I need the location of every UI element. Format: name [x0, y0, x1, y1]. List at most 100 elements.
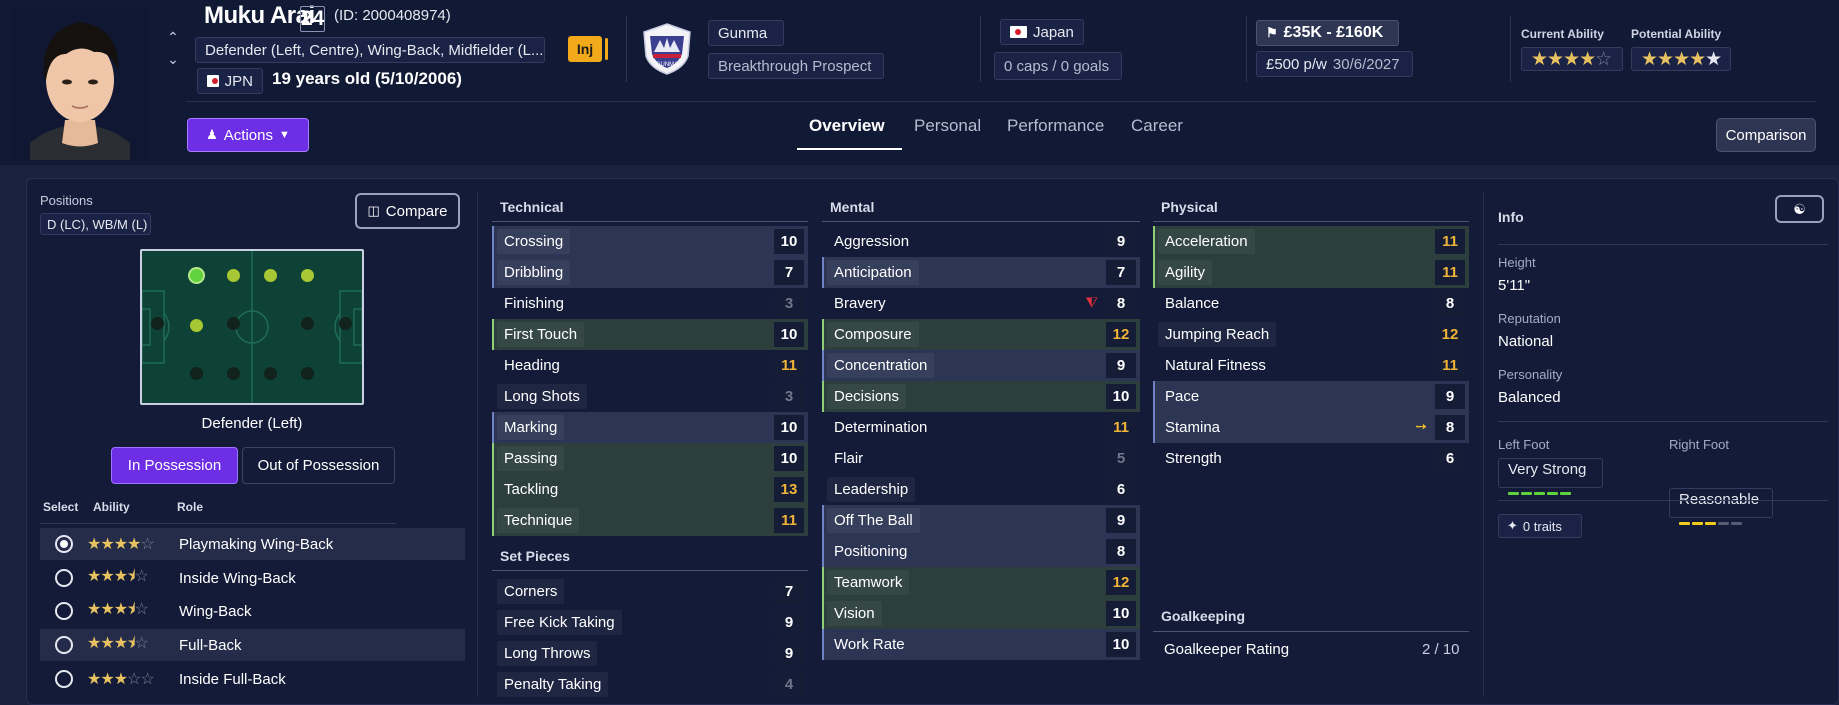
right-foot-meter	[1679, 512, 1744, 529]
attribute-row[interactable]: Corners 7	[492, 576, 808, 607]
attribute-row[interactable]: Leadership 6	[822, 474, 1140, 505]
current-ability-label: Current Ability	[1521, 27, 1604, 41]
info-divider	[1498, 500, 1828, 501]
in-possession-button[interactable]: In Possession	[111, 447, 238, 484]
attribute-row[interactable]: Heading 11	[492, 350, 808, 381]
attribute-value: 12	[1435, 322, 1465, 347]
role-row[interactable]: ★★★☆☆ Inside Full-Back	[40, 663, 465, 695]
position-dot-aml[interactable]	[301, 269, 314, 282]
club-name-box[interactable]: Gunma	[708, 20, 784, 46]
role-radio[interactable]	[55, 602, 73, 620]
player-header: ⌃ ⌄ Muku Arai 24 (ID: 2000408974) Defend…	[0, 0, 1839, 165]
position-dot-st[interactable]	[339, 317, 352, 330]
attribute-name: Technique	[497, 508, 580, 533]
role-name: Inside Full-Back	[179, 670, 286, 688]
attribute-row[interactable]: Technique 11	[492, 505, 808, 536]
role-row[interactable]: ★★★⯨☆ Inside Wing-Back	[40, 562, 465, 594]
attribute-name: Penalty Taking	[497, 672, 609, 697]
role-radio[interactable]	[55, 670, 73, 688]
role-row[interactable]: ★★★★☆ Playmaking Wing-Back	[40, 528, 465, 560]
attribute-row[interactable]: Stamina ➙ 8	[1153, 412, 1469, 443]
attribute-row[interactable]: Long Throws 9	[492, 638, 808, 669]
attribute-row[interactable]: Work Rate 10	[822, 629, 1140, 660]
attribute-row[interactable]: Aggression 9	[822, 226, 1140, 257]
attribute-name: Strength	[1165, 450, 1222, 467]
attribute-row[interactable]: Passing 10	[492, 443, 808, 474]
compare-button[interactable]: ◫ Compare	[355, 193, 460, 229]
position-dot-wbl[interactable]	[227, 269, 240, 282]
position-dot-mr[interactable]	[264, 367, 277, 380]
attribute-value: 6	[1106, 477, 1136, 502]
attribute-row[interactable]: Agility 11	[1153, 257, 1469, 288]
attribute-row[interactable]: Anticipation 7	[822, 257, 1140, 288]
comparison-button[interactable]: Comparison	[1716, 118, 1816, 152]
tab-overview[interactable]: Overview	[809, 116, 885, 136]
role-row[interactable]: ★★★⯨☆ Full-Back	[40, 629, 465, 661]
next-player-chevron-down-icon[interactable]: ⌄	[164, 50, 182, 68]
position-pitch[interactable]	[140, 249, 364, 405]
attribute-row[interactable]: Teamwork 12	[822, 567, 1140, 598]
attribute-row[interactable]: Pace 9	[1153, 381, 1469, 412]
attribute-row[interactable]: Off The Ball 9	[822, 505, 1140, 536]
out-of-possession-button[interactable]: Out of Possession	[242, 447, 395, 484]
attribute-name: Crossing	[497, 229, 571, 254]
attribute-row[interactable]: Strength 6	[1153, 443, 1469, 474]
attribute-row[interactable]: Positioning 8	[822, 536, 1140, 567]
role-radio[interactable]	[55, 569, 73, 587]
attribute-row[interactable]: Acceleration 11	[1153, 226, 1469, 257]
attribute-name: Balance	[1165, 295, 1220, 312]
attribute-row[interactable]: Free Kick Taking 9	[492, 607, 808, 638]
attribute-row[interactable]: Dribbling 7	[492, 257, 808, 288]
role-row[interactable]: ★★★⯨☆ Wing-Back	[40, 595, 465, 627]
attribute-row[interactable]: Bravery ⧨ 8	[822, 288, 1140, 319]
position-dot-ml[interactable]	[264, 269, 277, 282]
attribute-row[interactable]: Long Shots 3	[492, 381, 808, 412]
tab-performance[interactable]: Performance	[1007, 116, 1104, 136]
position-dot-amr[interactable]	[301, 367, 314, 380]
position-dot-dl[interactable]	[190, 269, 203, 282]
attribute-name: Aggression	[834, 233, 910, 250]
attribute-row[interactable]: Marking 10	[492, 412, 808, 443]
attribute-row[interactable]: Determination 11	[822, 412, 1140, 443]
role-radio[interactable]	[55, 535, 73, 553]
position-dot-dm[interactable]	[227, 317, 240, 330]
role-radio[interactable]	[55, 636, 73, 654]
compare-icon: ◫	[367, 203, 380, 218]
transfer-value-box[interactable]: ⚑ £35K - £160K	[1256, 20, 1399, 46]
attribute-row[interactable]: Jumping Reach 12	[1153, 319, 1469, 350]
attribute-row[interactable]: Penalty Taking 4	[492, 669, 808, 700]
position-dot-dr[interactable]	[190, 367, 203, 380]
attribute-name: Decisions	[827, 384, 907, 409]
previous-player-chevron-up-icon[interactable]: ⌃	[164, 28, 182, 46]
attribute-row[interactable]: Balance 8	[1153, 288, 1469, 319]
attribute-row[interactable]: Crossing 10	[492, 226, 808, 257]
position-dot-gk[interactable]	[151, 317, 164, 330]
injury-badge[interactable]: Inj	[568, 36, 602, 62]
nation-box[interactable]: Japan	[1000, 19, 1084, 45]
tab-personal[interactable]: Personal	[914, 116, 981, 136]
tab-career[interactable]: Career	[1131, 116, 1183, 136]
right-foot-label: Right Foot	[1669, 437, 1729, 452]
nationality-badge[interactable]: JPN	[197, 68, 263, 94]
attribute-row[interactable]: Composure 12	[822, 319, 1140, 350]
attribute-row[interactable]: Natural Fitness 11	[1153, 350, 1469, 381]
actions-button[interactable]: ♟ Actions ▼	[187, 118, 309, 152]
attribute-row[interactable]: Tackling 13	[492, 474, 808, 505]
attribute-name: Composure	[827, 322, 919, 347]
set-pieces-title: Set Pieces	[500, 548, 571, 564]
attribute-value: 3	[774, 384, 804, 409]
attribute-row[interactable]: Vision 10	[822, 598, 1140, 629]
attribute-row[interactable]: Decisions 10	[822, 381, 1140, 412]
attribute-name: Anticipation	[827, 260, 919, 285]
attribute-row[interactable]: First Touch 10	[492, 319, 808, 350]
traits-button[interactable]: ✦ 0 traits	[1498, 514, 1582, 538]
position-dot-am[interactable]	[301, 317, 314, 330]
position-dot-dc[interactable]	[190, 319, 203, 332]
attribute-row[interactable]: Flair 5	[822, 443, 1140, 474]
club-crest-icon[interactable]: GUNMA	[640, 22, 694, 76]
attribute-row[interactable]: Finishing 3	[492, 288, 808, 319]
position-dot-wbr[interactable]	[227, 367, 240, 380]
goalkeeper-rating-value: 2 / 10	[1422, 641, 1460, 658]
attribute-row[interactable]: Concentration 9	[822, 350, 1140, 381]
customize-view-button[interactable]: ☯	[1775, 195, 1824, 223]
